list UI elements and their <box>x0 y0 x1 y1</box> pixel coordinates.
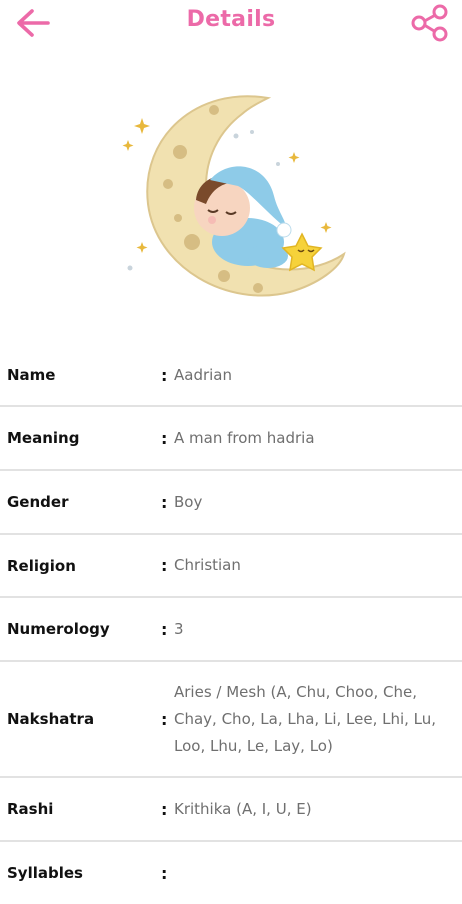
detail-value: Aadrian <box>174 365 233 384</box>
detail-label: Rashi <box>7 800 54 818</box>
separator: : <box>161 709 168 729</box>
hero-illustration <box>118 92 348 314</box>
detail-row-numerology: Numerology : 3 <box>0 598 462 662</box>
detail-row-gender: Gender : Boy <box>0 471 462 535</box>
detail-row-rashi: Rashi : Krithika (A, I, U, E) <box>0 778 462 842</box>
detail-value: Christian <box>174 556 241 574</box>
details-table: Name : Aadrian Meaning : A man from hadr… <box>0 345 462 904</box>
detail-value: A man from hadria <box>174 428 315 447</box>
share-button[interactable] <box>410 4 450 42</box>
detail-row-religion: Religion : Christian <box>0 535 462 598</box>
detail-row-meaning: Meaning : A man from hadria <box>0 407 462 471</box>
share-icon <box>411 4 448 42</box>
detail-row-syllables: Syllables : <box>0 842 462 904</box>
detail-label: Religion <box>7 556 76 575</box>
detail-label: Syllables <box>7 864 83 882</box>
separator: : <box>161 556 168 575</box>
sleeping-baby-moon-image <box>122 95 346 297</box>
detail-label: Meaning <box>7 429 80 447</box>
detail-row-name: Name : Aadrian <box>0 345 462 407</box>
separator: : <box>161 428 168 448</box>
separator: : <box>161 492 168 512</box>
detail-value: Aries / Mesh (A, Chu, Choo, Che, Chay, C… <box>174 682 437 755</box>
separator: : <box>161 863 168 883</box>
page-title: Details <box>186 7 276 32</box>
detail-row-nakshatra: Nakshatra : Aries / Mesh (A, Chu, Choo, … <box>0 662 462 778</box>
detail-value: Boy <box>174 492 203 511</box>
separator: : <box>161 365 168 385</box>
separator: : <box>161 799 168 819</box>
separator: : <box>161 619 168 639</box>
detail-label: Name <box>7 366 56 384</box>
detail-value: Krithika (A, I, U, E) <box>174 799 312 818</box>
detail-label: Gender <box>7 493 69 511</box>
app-bar: Details <box>0 0 462 46</box>
detail-value: 3 <box>174 619 184 638</box>
detail-label: Nakshatra <box>7 710 95 728</box>
detail-label: Numerology <box>7 620 110 638</box>
